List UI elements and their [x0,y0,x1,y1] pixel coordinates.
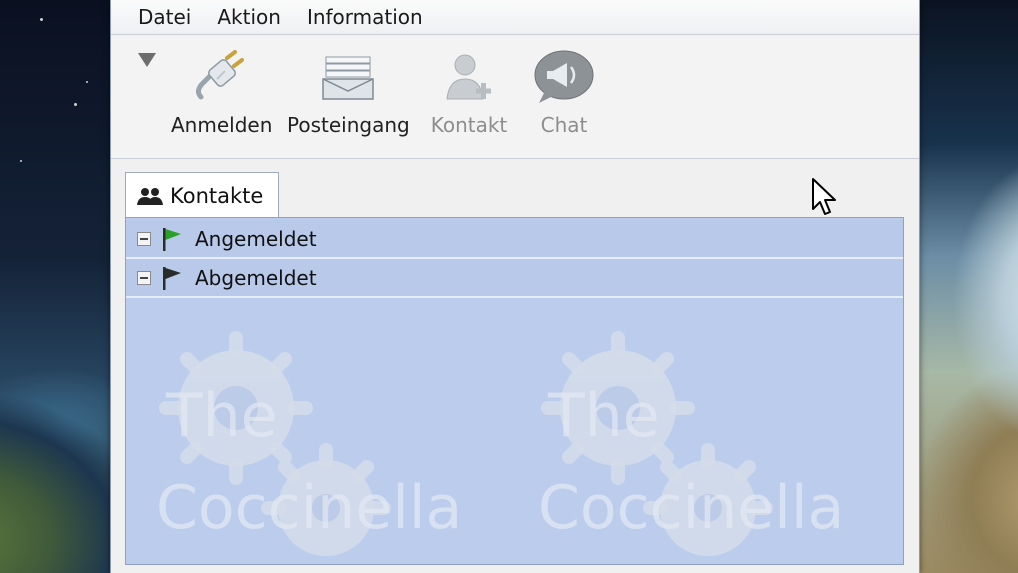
coccinella-watermark-right: The Coccinella [538,331,844,556]
watermark-text-coccinella: Coccinella [156,473,462,543]
contact-tree: The Coccinella The Coccinella Angemeldet… [125,217,904,565]
watermark-text-the: The [547,381,660,451]
chat-button[interactable]: Chat [528,49,600,137]
tree-group-abgemeldet-label: Abgemeldet [195,265,317,290]
inbox-button-label: Posteingang [287,113,410,137]
plug-icon [195,50,244,100]
inbox-icon [322,56,374,100]
menu-information[interactable]: Information [294,0,436,34]
green-flag-icon [163,227,181,251]
collapse-angemeldet-icon[interactable] [137,231,151,246]
toolbar: Anmelden Posteingang Kontakt Chat [111,35,919,159]
login-button[interactable]: Anmelden [171,49,273,137]
watermark-text-coccinella: Coccinella [538,473,844,543]
chat-button-label: Chat [540,113,588,137]
watermark-text-the: The [165,381,278,451]
desktop-background-left [0,0,112,573]
mouse-cursor-icon [812,178,836,215]
collapse-abgemeldet-icon[interactable] [137,270,151,285]
tree-group-angemeldet-label: Angemeldet [195,226,317,251]
content-area: Kontakte The Coccinella The Coccinella A… [111,159,919,573]
tab-kontakte[interactable]: Kontakte [125,172,279,218]
login-button-label: Anmelden [171,113,273,137]
black-flag-icon [163,266,181,290]
add-contact-button[interactable]: Kontakt [426,49,512,137]
inbox-button[interactable]: Posteingang [287,49,410,137]
tree-group-abgemeldet[interactable]: Abgemeldet [126,259,903,298]
toolbar-collapse-arrow-icon[interactable] [138,53,156,67]
chat-megaphone-icon [534,50,594,103]
menu-bar: Datei Aktion Information [111,0,919,35]
contacts-icon [137,187,163,205]
menu-aktion[interactable]: Aktion [204,0,294,34]
add-contact-button-label: Kontakt [430,113,508,137]
tab-kontakte-label: Kontakte [170,183,264,208]
tree-group-angemeldet[interactable]: Angemeldet [126,220,903,259]
app-window: Datei Aktion Information Anmelden Postei… [110,0,920,573]
coccinella-watermark-left: The Coccinella [156,331,462,556]
add-contact-icon [446,54,491,100]
desktop-background-right [915,0,1018,573]
menu-datei[interactable]: Datei [111,0,204,34]
